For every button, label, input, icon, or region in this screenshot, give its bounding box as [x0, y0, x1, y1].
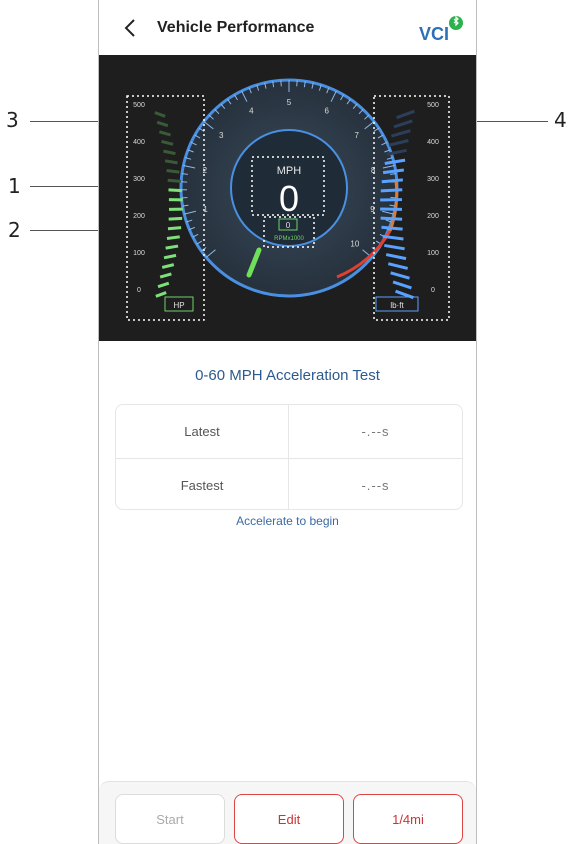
rpm-tick-mark [181, 196, 188, 199]
table-row: Latest -.--s [116, 405, 462, 458]
row-label-fastest: Fastest [116, 459, 289, 509]
torque-scale-label: 200 [427, 213, 439, 220]
rpm-tick-label: 10 [350, 239, 359, 248]
hp-unit: HP [173, 301, 184, 310]
acceleration-test-title: 0-60 MPH Acceleration Test [195, 367, 380, 384]
hp-scale-label: 200 [133, 213, 145, 220]
torque-scale-label: 0 [431, 287, 435, 294]
rpm-tick-label: 6 [324, 107, 329, 116]
row-value-fastest: -.--s [361, 477, 390, 493]
rpm-value: 0 [286, 221, 291, 230]
torque-unit: lb·ft [390, 301, 404, 310]
torque-bar-segment [380, 207, 402, 211]
callout-3: 3 [6, 108, 19, 132]
hp-scale-label: 100 [133, 250, 145, 257]
results-table: Latest -.--s Fastest -.--s [115, 404, 463, 510]
row-label-latest: Latest [116, 405, 289, 458]
torque-scale-label: 400 [427, 139, 439, 146]
rpm-tick-label: 5 [287, 98, 292, 107]
app-header: Vehicle Performance VCI [99, 0, 476, 55]
rpm-tick-label: 7 [355, 131, 360, 140]
hp-scale-label: 0 [137, 287, 141, 294]
callout-2: 2 [8, 218, 21, 242]
hp-scale-label: 500 [133, 102, 145, 109]
speed-unit: MPH [277, 165, 302, 177]
back-button[interactable] [119, 14, 143, 42]
hp-scale-label: 400 [133, 139, 145, 146]
start-button[interactable]: Start [115, 794, 225, 844]
chevron-left-icon [124, 19, 135, 37]
callout-1: 1 [8, 174, 21, 198]
rpm-tick-label: 4 [249, 107, 254, 116]
row-value-latest: -.--s [361, 424, 390, 439]
speed-value: 0 [279, 178, 299, 219]
rpm-tick-label: 3 [219, 131, 224, 140]
hp-scale-label: 300 [133, 176, 145, 183]
table-row: Fastest -.--s [116, 458, 462, 509]
callout-4: 4 [554, 108, 567, 132]
torque-bar-segment [380, 198, 403, 202]
performance-dashboard: 1 2 3 4 5 6 7 8 9 10 500 400 300 200 100 0 500 400 300 20… [99, 55, 476, 341]
accelerate-hint: Accelerate to begin [236, 514, 339, 528]
torque-scale-label: 300 [427, 176, 439, 183]
footer-toolbar: Start Edit 1/4mi [99, 781, 476, 844]
page-title: Vehicle Performance [157, 19, 315, 36]
vci-logo: VCI [419, 14, 465, 44]
rpm-unit: RPMx1000 [274, 236, 304, 242]
torque-scale-label: 500 [427, 102, 439, 109]
edit-button[interactable]: Edit [234, 794, 344, 844]
hp-bar-segment [168, 198, 183, 202]
gauge-cluster: 12345678910 5004003002001000 50040030020… [99, 55, 476, 341]
phone-screen: Vehicle Performance VCI 123 4 5 6 7 8 9 … [98, 0, 477, 844]
hp-bar-segment [168, 207, 183, 211]
torque-scale-label: 100 [427, 250, 439, 257]
quarter-mile-button[interactable]: 1/4mi [353, 794, 463, 844]
vci-logo-text: VCI [419, 24, 449, 44]
